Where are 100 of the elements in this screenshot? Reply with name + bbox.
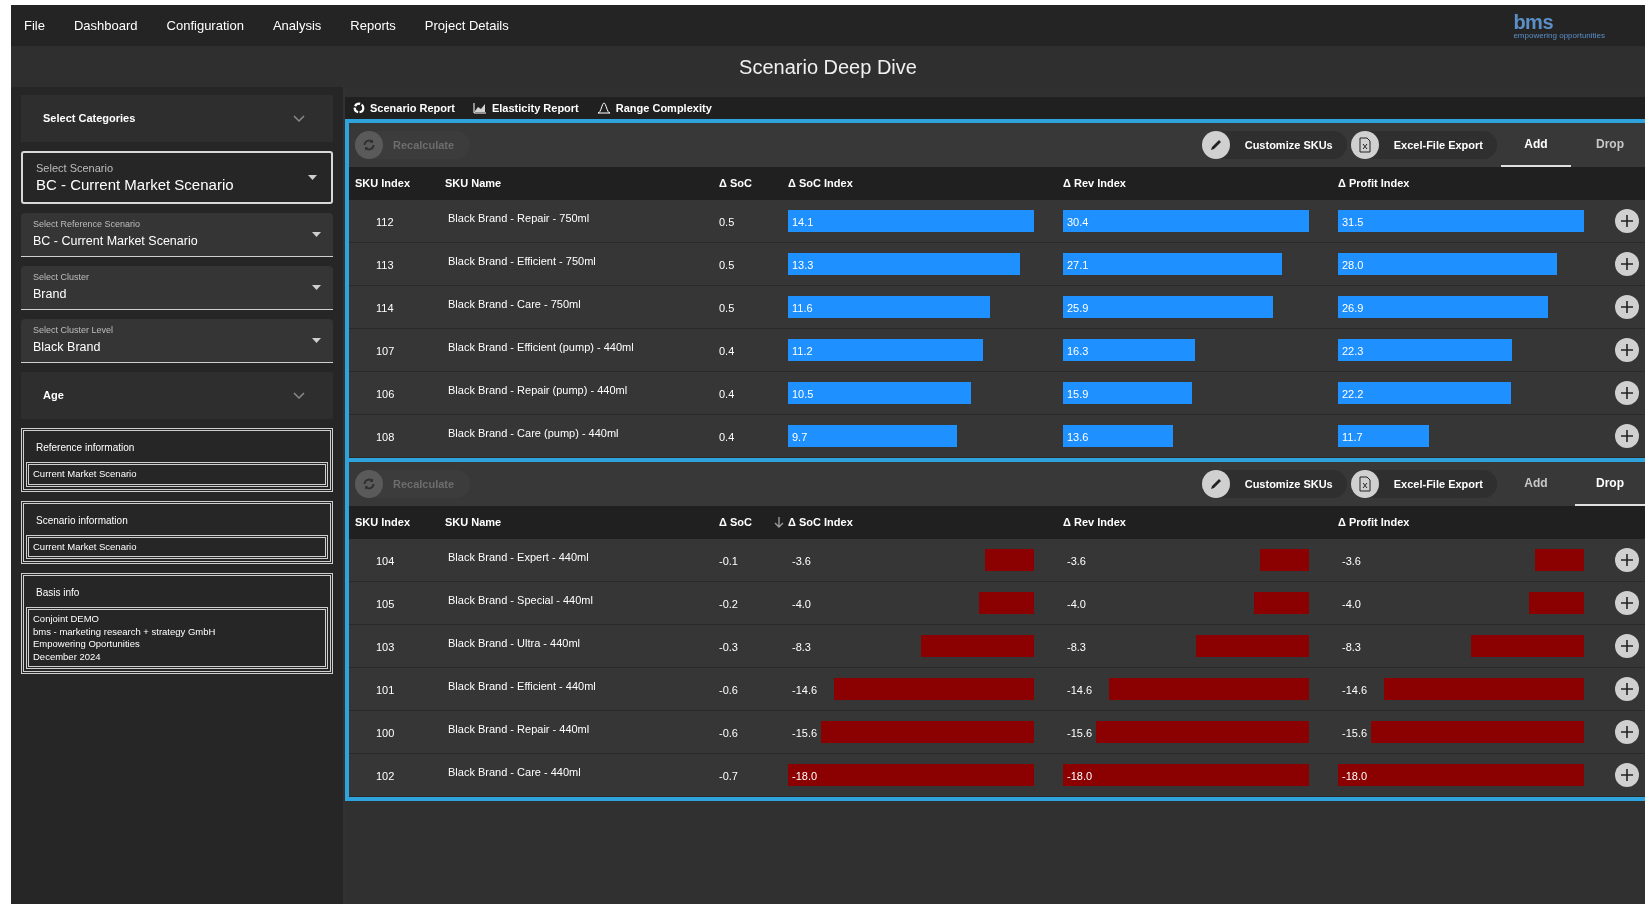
pencil-icon bbox=[1201, 470, 1230, 498]
table-cell-text: 106 bbox=[375, 387, 396, 403]
bar bbox=[979, 592, 1034, 614]
add-button[interactable] bbox=[1615, 591, 1639, 615]
chevron-icon bbox=[293, 391, 305, 400]
add-button[interactable] bbox=[1615, 763, 1639, 787]
table-cell-text: Black Brand - Care - 750ml bbox=[447, 296, 582, 312]
column-header[interactable]: SKU Name bbox=[445, 514, 719, 531]
table-tab[interactable]: Add bbox=[1501, 462, 1571, 506]
plus-icon bbox=[1621, 554, 1633, 566]
table-cell-text: 0.5 bbox=[719, 301, 736, 317]
menu-item[interactable]: Dashboard bbox=[73, 15, 138, 36]
add-button[interactable] bbox=[1615, 338, 1639, 362]
plus-icon bbox=[1621, 258, 1633, 270]
table-cell-text: -0.6 bbox=[719, 726, 739, 742]
logo-tagline: empowering opportunities bbox=[1513, 31, 1605, 40]
select-field[interactable]: Select Scenario BC - Current Market Scenario bbox=[21, 151, 333, 204]
bar-value: 10.5 bbox=[792, 387, 814, 402]
bar-value: -4.0 bbox=[792, 597, 811, 612]
table-cell-text: 0.5 bbox=[719, 258, 736, 274]
menu-item[interactable]: Reports bbox=[350, 15, 396, 36]
field-value: Brand bbox=[33, 285, 68, 303]
column-header[interactable]: Δ SoC bbox=[719, 175, 788, 192]
bar-value: -15.6 bbox=[1067, 726, 1093, 741]
select-field[interactable]: Select Reference Scenario BC - Current Market Scenario bbox=[21, 213, 333, 257]
accordion-header[interactable]: Age bbox=[21, 372, 333, 419]
table-cell-text: -0.2 bbox=[719, 597, 739, 613]
add-button[interactable] bbox=[1615, 424, 1639, 448]
table-tab[interactable]: Drop bbox=[1575, 123, 1645, 167]
column-header[interactable]: Δ Profit Index bbox=[1338, 175, 1613, 192]
field-value: BC - Current Market Scenario bbox=[33, 232, 198, 250]
toolbar-button[interactable]: Customize SKUs bbox=[1201, 470, 1347, 498]
add-button[interactable] bbox=[1615, 252, 1639, 276]
table-cell-text: Black Brand - Repair - 440ml bbox=[447, 721, 591, 737]
sort-down-icon bbox=[774, 516, 784, 529]
bar-value: -3.6 bbox=[1067, 554, 1086, 569]
table-cell-text: Black Brand - Special - 440ml bbox=[447, 592, 594, 608]
info-text: Conjoint DEMO bbox=[33, 613, 100, 626]
caret-icon bbox=[308, 175, 317, 180]
field-label: Select Reference Scenario bbox=[33, 218, 142, 232]
table-cell-text: 101 bbox=[375, 683, 396, 699]
bar-value: 13.3 bbox=[792, 258, 814, 273]
toolbar-button[interactable]: Customize SKUs bbox=[1201, 131, 1347, 159]
bar bbox=[1534, 549, 1584, 571]
menu-item[interactable]: Configuration bbox=[166, 15, 244, 36]
add-button[interactable] bbox=[1615, 548, 1639, 572]
info-text: Empowering Oportunities bbox=[33, 638, 141, 651]
table-cell-text: 0.4 bbox=[719, 344, 736, 360]
add-button[interactable] bbox=[1615, 634, 1639, 658]
caret-icon bbox=[312, 232, 321, 237]
add-button[interactable] bbox=[1615, 677, 1639, 701]
menu-item[interactable]: Analysis bbox=[272, 15, 322, 36]
report-tab[interactable]: Elasticity Report bbox=[472, 99, 579, 117]
table-cell-text: Black Brand - Efficient - 750ml bbox=[447, 253, 597, 269]
add-button[interactable] bbox=[1615, 720, 1639, 744]
column-header[interactable]: Δ SoC Index bbox=[788, 175, 1063, 192]
bar-value: 14.1 bbox=[792, 215, 814, 230]
bar-value: -15.6 bbox=[792, 726, 818, 741]
field-label: Select Scenario bbox=[36, 160, 115, 176]
refresh-icon bbox=[355, 470, 383, 498]
info-text: Current Market Scenario bbox=[33, 540, 138, 553]
table-cell-text: 113 bbox=[375, 258, 395, 274]
info-title: Scenario information bbox=[35, 513, 129, 528]
column-header[interactable]: SKU Name bbox=[445, 175, 719, 192]
refresh-icon bbox=[355, 131, 383, 159]
bar-value: -3.6 bbox=[1342, 554, 1361, 569]
field-label: Select Cluster bbox=[33, 271, 90, 285]
menu-item[interactable]: File bbox=[24, 15, 45, 36]
column-header[interactable]: Δ Rev Index bbox=[1063, 514, 1338, 531]
menu-item[interactable]: Project Details bbox=[424, 15, 509, 36]
table-cell-text: 104 bbox=[375, 554, 396, 570]
column-header[interactable]: SKU Index bbox=[349, 514, 445, 531]
column-header[interactable]: SKU Index bbox=[349, 175, 445, 192]
plus-icon bbox=[1621, 683, 1633, 695]
column-header[interactable]: Δ Profit Index bbox=[1338, 514, 1613, 531]
add-button[interactable] bbox=[1615, 209, 1639, 233]
bar-value: 9.7 bbox=[792, 430, 808, 445]
bar-value: -18.0 bbox=[1067, 769, 1093, 784]
bar-value: -3.6 bbox=[792, 554, 811, 569]
select-field[interactable]: Select Cluster Brand bbox=[21, 266, 333, 310]
bar-value: 27.1 bbox=[1067, 258, 1089, 273]
add-button[interactable] bbox=[1615, 381, 1639, 405]
select-field[interactable]: Select Cluster Level Black Brand bbox=[21, 319, 333, 363]
toolbar-button[interactable]: Excel-File Export bbox=[1350, 131, 1497, 159]
bar-value: -4.0 bbox=[1342, 597, 1361, 612]
bar-value: 25.9 bbox=[1067, 301, 1089, 316]
table-cell-text: 105 bbox=[375, 597, 396, 613]
accordion-header[interactable]: Select Categories bbox=[21, 95, 333, 142]
plus-icon bbox=[1621, 301, 1633, 313]
bar-value: -14.6 bbox=[1067, 683, 1093, 698]
column-header[interactable]: Δ Rev Index bbox=[1063, 175, 1338, 192]
bar-value: -8.3 bbox=[1067, 640, 1086, 655]
report-tab[interactable]: Scenario Report bbox=[353, 99, 455, 117]
logo: bms bbox=[1513, 11, 1553, 32]
toolbar-button[interactable]: Excel-File Export bbox=[1350, 470, 1497, 498]
report-tab[interactable]: Range Complexity bbox=[596, 99, 712, 117]
table-cell-text: -0.6 bbox=[719, 683, 739, 699]
info-text: December 2024 bbox=[33, 650, 102, 663]
add-button[interactable] bbox=[1615, 295, 1639, 319]
bar-value: 11.7 bbox=[1342, 430, 1363, 445]
